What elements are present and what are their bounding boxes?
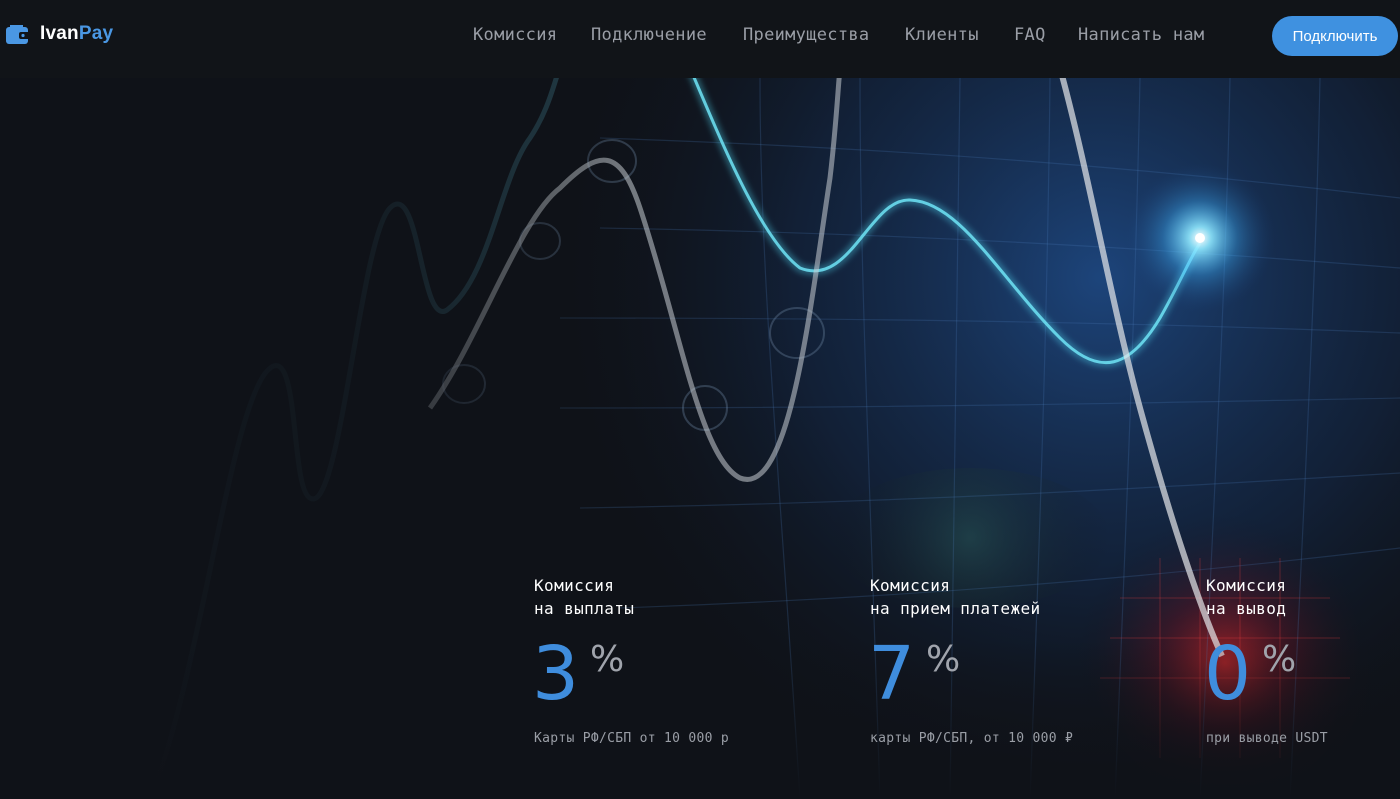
stat-label: Комиссия на выплаты: [534, 574, 834, 620]
stat-label-line2: на выплаты: [534, 599, 635, 618]
stat-value-row: 0 %: [1204, 631, 1396, 717]
nav-link-faq[interactable]: FAQ: [1014, 25, 1046, 45]
connect-button[interactable]: Подключить: [1272, 16, 1398, 56]
stat-card-payouts: Комиссия на выплаты 3 % Карты РФ/СБП от …: [532, 574, 834, 746]
stat-percent-sign: %: [926, 639, 961, 680]
nav-link-connection[interactable]: Подключение: [591, 25, 707, 45]
stat-label-line2: на вывод: [1206, 599, 1287, 618]
stat-label-line1: Комиссия: [1206, 576, 1287, 595]
stat-label: Комиссия на вывод: [1206, 574, 1396, 620]
stat-label-line1: Комиссия: [870, 576, 951, 595]
stat-note: при выводе USDT: [1206, 731, 1328, 746]
stat-label-line1: Комиссия: [534, 576, 615, 595]
stat-value-row: 3 %: [532, 631, 834, 717]
stat-number: 0: [1204, 631, 1252, 717]
main-nav: Комиссия Подключение Преимущества Клиент…: [0, 0, 1400, 70]
stat-number: 3: [532, 631, 580, 717]
hero-section: Комиссия на выплаты 3 % Карты РФ/СБП от …: [0, 78, 1400, 799]
nav-link-advantages[interactable]: Преимущества: [743, 25, 869, 45]
nav-link-contact[interactable]: Написать нам: [1078, 25, 1204, 45]
stat-number: 7: [868, 631, 916, 717]
stat-label-line2: на прием платежей: [870, 599, 1041, 618]
stat-label: Комиссия на прием платежей: [870, 574, 1170, 620]
nav-link-clients[interactable]: Клиенты: [905, 25, 979, 45]
stat-note: карты РФ/СБП, от 10 000 ₽: [870, 731, 1074, 746]
stat-card-withdrawal: Комиссия на вывод 0 % при выводе USDT: [1204, 574, 1396, 746]
stat-card-incoming: Комиссия на прием платежей 7 % карты РФ/…: [868, 574, 1170, 746]
top-navbar: IvanPay Комиссия Подключение Преимуществ…: [0, 0, 1400, 78]
stat-percent-sign: %: [590, 639, 625, 680]
stat-note: Карты РФ/СБП от 10 000 р: [534, 731, 730, 746]
stat-percent-sign: %: [1262, 639, 1297, 680]
nav-link-commission[interactable]: Комиссия: [473, 25, 557, 45]
stat-value-row: 7 %: [868, 631, 1170, 717]
